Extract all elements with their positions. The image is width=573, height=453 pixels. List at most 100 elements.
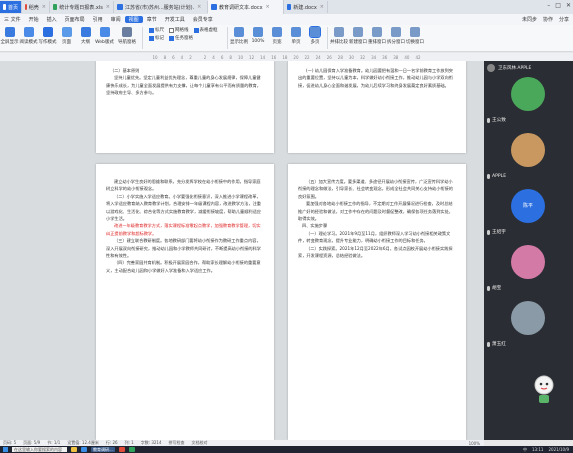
zoom-button-4[interactable]: 多页 [306, 26, 325, 45]
view-button-1[interactable]: 阅读模式 [19, 27, 38, 45]
close-tab-icon[interactable]: × [42, 4, 46, 10]
ruler-tick: 12 [249, 54, 255, 60]
minimize-icon[interactable]: – [547, 2, 550, 9]
menu-right-2[interactable]: 分享 [559, 16, 569, 23]
zoom-button-1[interactable]: 100% [249, 27, 268, 44]
view-button-5[interactable]: Web版式 [95, 27, 114, 45]
tab-1[interactable]: 稻壳 × [22, 1, 50, 13]
check-4[interactable]: 任务窗格 [169, 35, 193, 41]
file-explorer-icon[interactable] [71, 447, 77, 452]
paragraph[interactable]: (一) 幼儿园保育入学准备教育。幼儿园要把有温和一日一名学前教育工作放到突出的重… [298, 67, 456, 89]
tab-0[interactable]: 首页 [0, 1, 22, 13]
nav-pane-button[interactable]: 导航窗格 [114, 27, 140, 45]
menu-item-1[interactable]: 开始 [25, 16, 43, 23]
tray-item[interactable]: 13:11 [532, 447, 544, 453]
paragraph[interactable]: 要加强对各地幼小衔接工作的指导，不定期对工作开展情况进行检查，及时总结推广好的经… [298, 200, 456, 222]
tray-item[interactable]: 中 [523, 447, 527, 453]
checkbox-icon[interactable] [169, 35, 174, 41]
check-1[interactable]: 网格线 [169, 27, 189, 33]
close-tab-icon[interactable]: × [197, 4, 201, 10]
checkbox-icon[interactable] [169, 27, 174, 33]
close-tab-icon[interactable]: × [320, 4, 324, 10]
menu-right-actions: 未同步 协作 分享 [522, 16, 569, 23]
taskbar-app-wps[interactable]: 教育调研... [91, 447, 115, 452]
tab-2[interactable]: 统计专题日报表.xls × [50, 1, 114, 13]
checkbox-icon[interactable] [193, 27, 199, 33]
window-button-3[interactable]: 拆分窗口 [387, 27, 406, 45]
page-top-left[interactable]: （二）基本原则 坚持儿童优先。坚定儿童利益优先理念，尊重儿童的身心发展规律，保障儿… [96, 61, 274, 153]
menu-right-1[interactable]: 协作 [543, 16, 553, 23]
paragraph[interactable]: （一）理论学习。2021年9月至11月，组织教师深入学习幼小衔接相关政策文件，转… [298, 230, 456, 245]
window-button-1[interactable]: 新建窗口 [349, 27, 368, 45]
view-button-3[interactable]: 页面 [57, 27, 76, 45]
menu-item-9[interactable]: 会员专享 [189, 16, 217, 23]
ruler-tick: 32 [359, 54, 366, 60]
view-button-2[interactable]: 写作模式 [38, 27, 57, 45]
participant-name: 王绍宇 [487, 229, 506, 235]
menu-item-5[interactable]: 审阅 [107, 16, 125, 23]
paragraph[interactable]: 四、实施步骤 [298, 222, 456, 229]
paragraph[interactable]: 坚持儿童优先。坚定儿童利益优先理念，尊重儿童的身心发展规律，保障儿童健康快乐成长… [106, 74, 264, 96]
paragraph[interactable]: （二）基本原则 [106, 67, 264, 74]
document-tab-bar: 首页 稻壳 × 统计专题日报表.xls × 江苏省(市)苏州...服务站(计划). × 教育调… [0, 0, 573, 14]
floating-assistant-widget[interactable] [533, 373, 555, 405]
close-tab-icon[interactable]: × [106, 4, 110, 10]
checkbox-icon[interactable] [149, 27, 154, 33]
paragraph[interactable]: （三）建立联合教研制度。各地教研部门要将幼小衔接作为教研工作重点内容，深入开展双… [106, 237, 264, 259]
paragraph[interactable]: （二）小学实施入学适应教育。小学要强化衔接意识，深入推进小学课程改革，将入学适应… [106, 193, 264, 223]
check-2[interactable]: 表格虚框 [193, 27, 218, 33]
zoom-level[interactable]: 100% [469, 441, 480, 446]
avatar-label: 陈平 [522, 203, 533, 209]
paragraph[interactable]: 改进一年级教育教学方式，落实课程标准零起点教学，加强教育教学管理，切实纠正提前教… [106, 222, 264, 237]
wechat-icon[interactable] [129, 447, 135, 452]
participant-tile[interactable]: 王公致 [484, 75, 573, 131]
participant-tile[interactable]: 陈平王绍宇 [484, 187, 573, 243]
zoom-button-3[interactable]: 单页 [287, 27, 306, 45]
check-0[interactable]: 标尺 [149, 27, 164, 33]
microphone-icon [487, 229, 490, 235]
page-bottom-right[interactable]: （五）加大宣传力度。要多渠道、多途径开展幼小衔接宣传，广泛宣传科学幼小衔接的理念… [288, 164, 466, 440]
maximize-icon[interactable]: □ [555, 2, 561, 9]
participant-tile[interactable]: 萧玉红 [484, 299, 573, 355]
menu-right-0[interactable]: 未同步 [522, 16, 537, 23]
menu-item-7[interactable]: 章节 [143, 16, 161, 23]
windows-start-icon[interactable] [3, 447, 8, 452]
zoom-button-0[interactable]: 显示比例 [230, 27, 249, 45]
tab-5[interactable]: 新建.docx × [284, 1, 328, 13]
participant-name: APPLE [487, 174, 506, 179]
zoom-button-2[interactable]: 页宽 [268, 27, 287, 45]
page-bottom-left[interactable]: 建立幼小学生良好的思维和联系，充分发挥学校在幼小衔接中的作用，指导家庭树立科学的… [96, 164, 274, 440]
window-button-2[interactable]: 重排窗口 [368, 27, 387, 45]
window-button-4[interactable]: 切换窗口 [406, 27, 425, 45]
menu-item-3[interactable]: 页面布局 [61, 16, 89, 23]
page-top-right[interactable]: (一) 幼儿园保育入学准备教育。幼儿园要把有温和一日一名学前教育工作放到突出的重… [288, 61, 466, 153]
menu-item-6[interactable]: 视图 [124, 16, 143, 23]
paragraph[interactable]: （四）完善家园共育机制。积极开展家园合作，帮助家长理解幼小衔接的重要意义，主动配… [106, 259, 264, 274]
document-workspace[interactable]: （二）基本原则 坚持儿童优先。坚定儿童利益优先理念，尊重儿童的身心发展规律，保障儿… [0, 61, 484, 440]
menu-item-0[interactable]: 三 文件 [0, 16, 25, 23]
menu-item-2[interactable]: 插入 [43, 16, 61, 23]
paragraph[interactable]: （五）加大宣传力度。要多渠道、多途径开展幼小衔接宣传，广泛宣传科学幼小衔接的理念… [298, 178, 456, 200]
browser-icon[interactable] [81, 447, 87, 452]
taskbar-search-input[interactable]: 在这里输入你要搜索的内容 [12, 447, 67, 452]
paragraph[interactable]: 建立幼小学生良好的思维和联系，充分发挥学校在幼小衔接中的作用，指导家庭树立科学的… [106, 178, 264, 193]
close-icon[interactable]: ✕ [566, 2, 571, 9]
menu-item-8[interactable]: 开发工具 [161, 16, 189, 23]
window-button-0[interactable]: 并排比较 [330, 27, 349, 45]
close-tab-icon[interactable]: × [266, 4, 270, 10]
ruler-tick: 38 [393, 54, 399, 60]
view-button-0[interactable]: 全屏显示 [0, 27, 19, 45]
participant-tile[interactable]: 胡宝 [484, 243, 573, 299]
participant-tile[interactable]: APPLE [484, 131, 573, 187]
check-3[interactable]: 标记 [149, 35, 164, 41]
tab-4[interactable]: 教育调研文本.docx × [208, 0, 284, 14]
tray-item[interactable]: 2021/10/9 [548, 447, 569, 453]
tab-3[interactable]: 江苏省(市)苏州...服务站(计划). × [114, 1, 208, 13]
menu-item-4[interactable]: 引用 [89, 16, 107, 23]
view-button-4[interactable]: 大纲 [76, 27, 95, 45]
paragraph[interactable]: （二）实践探索。2021年12月至2022年6月，各试点园校开展幼小衔接实践探索… [298, 245, 456, 260]
ruler-tick: 34 [371, 54, 377, 60]
checkbox-icon[interactable] [149, 35, 154, 41]
horizontal-ruler[interactable]: 10 8 6 4 2 2 4 6 8 10 12 14 16 18 20 22 24 26 28 30 32 34 36 38… [0, 53, 573, 61]
wps-icon[interactable] [119, 447, 125, 452]
